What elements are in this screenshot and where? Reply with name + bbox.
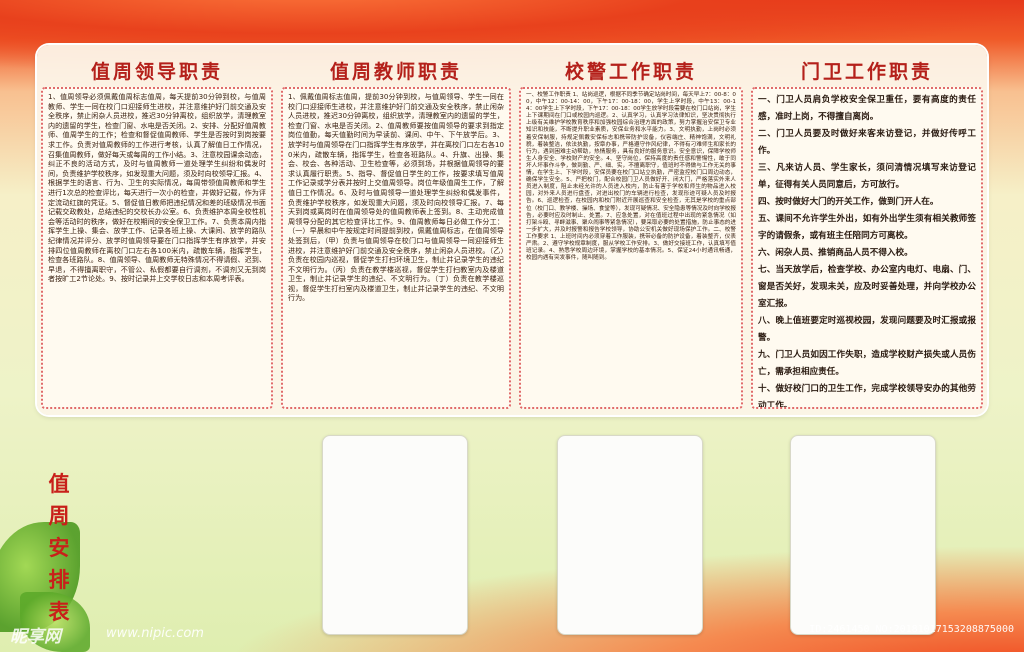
column-text-box: 1、值周领导必须佩戴值周标志值周，每天提前30分钟到校，与值周教师、学生一同在校… [41, 87, 273, 409]
list-item: 四、按时做好大门的开关工作，做到门开人在。 [758, 197, 939, 207]
schedule-slot-2 [557, 435, 703, 635]
column-guard-duties: 校警工作职责 一、校警工作职责 1、站岗巡逻，根据不同季节确定站岗时间，每天早上… [515, 45, 747, 415]
list-item: 十、做好校门口的卫生工作，完成学校领导安办的其他劳动工作。 [758, 384, 976, 409]
watermark-id: ID:2461450 NO:20181017153208875000 [809, 624, 1014, 635]
schedule-slot-1 [322, 435, 468, 635]
side-title-char: 值 [48, 471, 70, 496]
list-item: 五、课间不允许学生外出，如有外出学生须有相关教师签字的请假条，或有班主任陪同方可… [758, 214, 976, 241]
side-title-char: 排 [48, 567, 70, 592]
list-item: 七、当天放学后，检查学校、办公室内电灯、电扇、门、窗是否关好，发现未关，应及时妥… [758, 265, 976, 309]
side-title: 值 周 安 排 表 [44, 468, 74, 628]
watermark-url: www.nipic.com [106, 626, 204, 641]
duty-board: 值周领导职责 1、值周领导必须佩戴值周标志值周，每天提前30分钟到校，与值周教师… [37, 45, 987, 415]
column-gatekeeper-duties: 门卫工作职责 一、门卫人员肩负学校安全保卫重任，要有高度的责任感，准时上岗，不得… [747, 45, 987, 415]
watermark-logo: 昵享网 [10, 627, 61, 647]
side-title-char: 周 [48, 503, 70, 528]
column-text: 一、校警工作职责 1、站岗巡逻，根据不同季节确定站岗时间，每天早上7：00-8：… [526, 92, 736, 262]
column-title: 门卫工作职责 [800, 61, 933, 83]
list-item: 六、闲杂人员、推销商品人员不得入校。 [758, 248, 913, 258]
list-item: 一、门卫人员肩负学校安全保卫重任，要有高度的责任感，准时上岗，不得擅自离岗。 [758, 95, 976, 122]
column-title: 值周教师职责 [329, 61, 462, 83]
column-title: 校警工作职责 [564, 61, 697, 83]
column-title: 值周领导职责 [90, 61, 223, 83]
column-text-box: 一、门卫人员肩负学校安全保卫重任，要有高度的责任感，准时上岗，不得擅自离岗。 二… [751, 87, 983, 409]
list-item: 九、门卫人员如因工作失职，造成学校财产损失或人员伤亡，需承担相应责任。 [758, 350, 976, 377]
column-leader-duties: 值周领导职责 1、值周领导必须佩戴值周标志值周，每天提前30分钟到校，与值周教师… [37, 45, 277, 415]
schedule-slot-3 [790, 435, 936, 635]
gatekeeper-list: 一、门卫人员肩负学校安全保卫重任，要有高度的责任感，准时上岗，不得擅自离岗。 二… [758, 92, 976, 409]
column-text-box: 一、校警工作职责 1、站岗巡逻，根据不同季节确定站岗时间，每天早上7：00-8：… [519, 87, 743, 409]
list-item: 二、门卫人员要及时做好来客来访登记，并做好传呼工作。 [758, 129, 976, 156]
column-text-box: 1、佩戴值周标志值周，提前30分钟到校，与值周领导、学生一同在校门口迎接师生进校… [281, 87, 511, 409]
list-item: 八、晚上值班要定时巡视校园，发现问题要及时汇报或报警。 [758, 316, 976, 343]
column-text: 1、佩戴值周标志值周，提前30分钟到校，与值周领导、学生一同在校门口迎接师生进校… [288, 92, 504, 303]
column-teacher-duties: 值周教师职责 1、佩戴值周标志值周，提前30分钟到校，与值周领导、学生一同在校门… [277, 45, 515, 415]
side-title-char: 安 [48, 535, 70, 560]
column-text: 1、值周领导必须佩戴值周标志值周，每天提前30分钟到校，与值周教师、学生一同在校… [48, 92, 266, 284]
list-item: 三、凡来访人员、学生家长，须问清情况填写来访登记单，征得有关人员同意后，方可放行… [758, 163, 976, 190]
